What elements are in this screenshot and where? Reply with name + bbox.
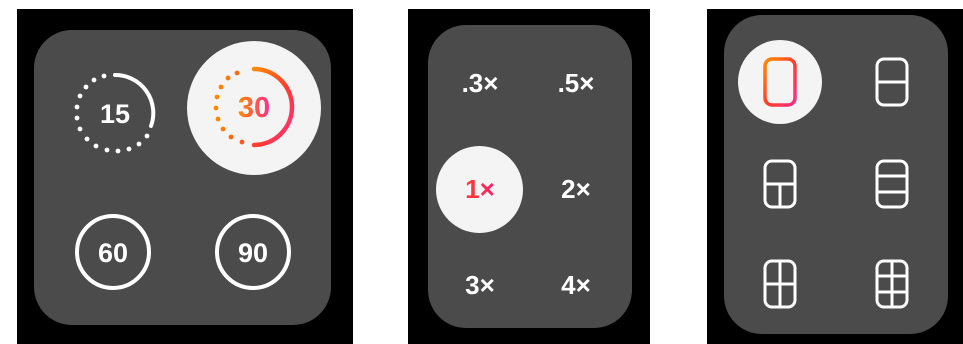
timer-label: 60 [98, 238, 128, 268]
timer-screen: 15 30 60 90 [17, 9, 353, 344]
layout-two-rows-icon [875, 57, 909, 107]
layout-three-rows-icon [875, 159, 909, 209]
timer-label: 30 [238, 92, 270, 124]
dotted-ring-timer-icon: 15 [74, 72, 156, 154]
zoom-option-1x[interactable]: 1× [450, 171, 510, 207]
timer-option-60[interactable]: 60 [71, 210, 155, 294]
zoom-option-4x[interactable]: 4× [546, 267, 606, 303]
zoom-option-3x[interactable]: 3× [450, 267, 510, 303]
zoom-menu: .3× .5× 1× 2× 3× 4× [428, 25, 632, 328]
timer-option-15[interactable]: 15 [72, 70, 158, 156]
zoom-option-0-5x[interactable]: .5× [546, 65, 606, 101]
layout-option-two-rows[interactable] [872, 55, 912, 109]
layout-option-top-bottom-split[interactable] [760, 157, 800, 211]
layout-option-grid-six[interactable] [872, 257, 912, 311]
zoom-label: 1× [465, 173, 495, 204]
layout-grid-four-icon [763, 259, 797, 309]
timer-menu: 15 30 60 90 [34, 30, 331, 325]
zoom-option-2x[interactable]: 2× [546, 171, 606, 207]
layout-top-bottom-split-icon [763, 159, 797, 209]
layout-menu [724, 15, 948, 334]
ring-timer-icon: 90 [215, 214, 291, 290]
timer-option-90[interactable]: 90 [211, 210, 295, 294]
layout-grid-six-icon [875, 259, 909, 309]
layout-screen [707, 9, 963, 344]
timer-label: 15 [100, 99, 130, 129]
layout-two-columns-icon [763, 57, 797, 107]
zoom-option-0-3x[interactable]: .3× [450, 65, 510, 101]
ring-timer-icon: 60 [75, 214, 151, 290]
timer-option-30[interactable]: 30 [210, 63, 298, 151]
layout-option-two-columns[interactable] [760, 55, 800, 109]
timer-label: 90 [238, 238, 268, 268]
zoom-screen: .3× .5× 1× 2× 3× 4× [408, 9, 650, 344]
layout-option-three-rows[interactable] [872, 157, 912, 211]
layout-option-grid-four[interactable] [760, 257, 800, 311]
dotted-ring-timer-icon: 30 [213, 66, 295, 148]
